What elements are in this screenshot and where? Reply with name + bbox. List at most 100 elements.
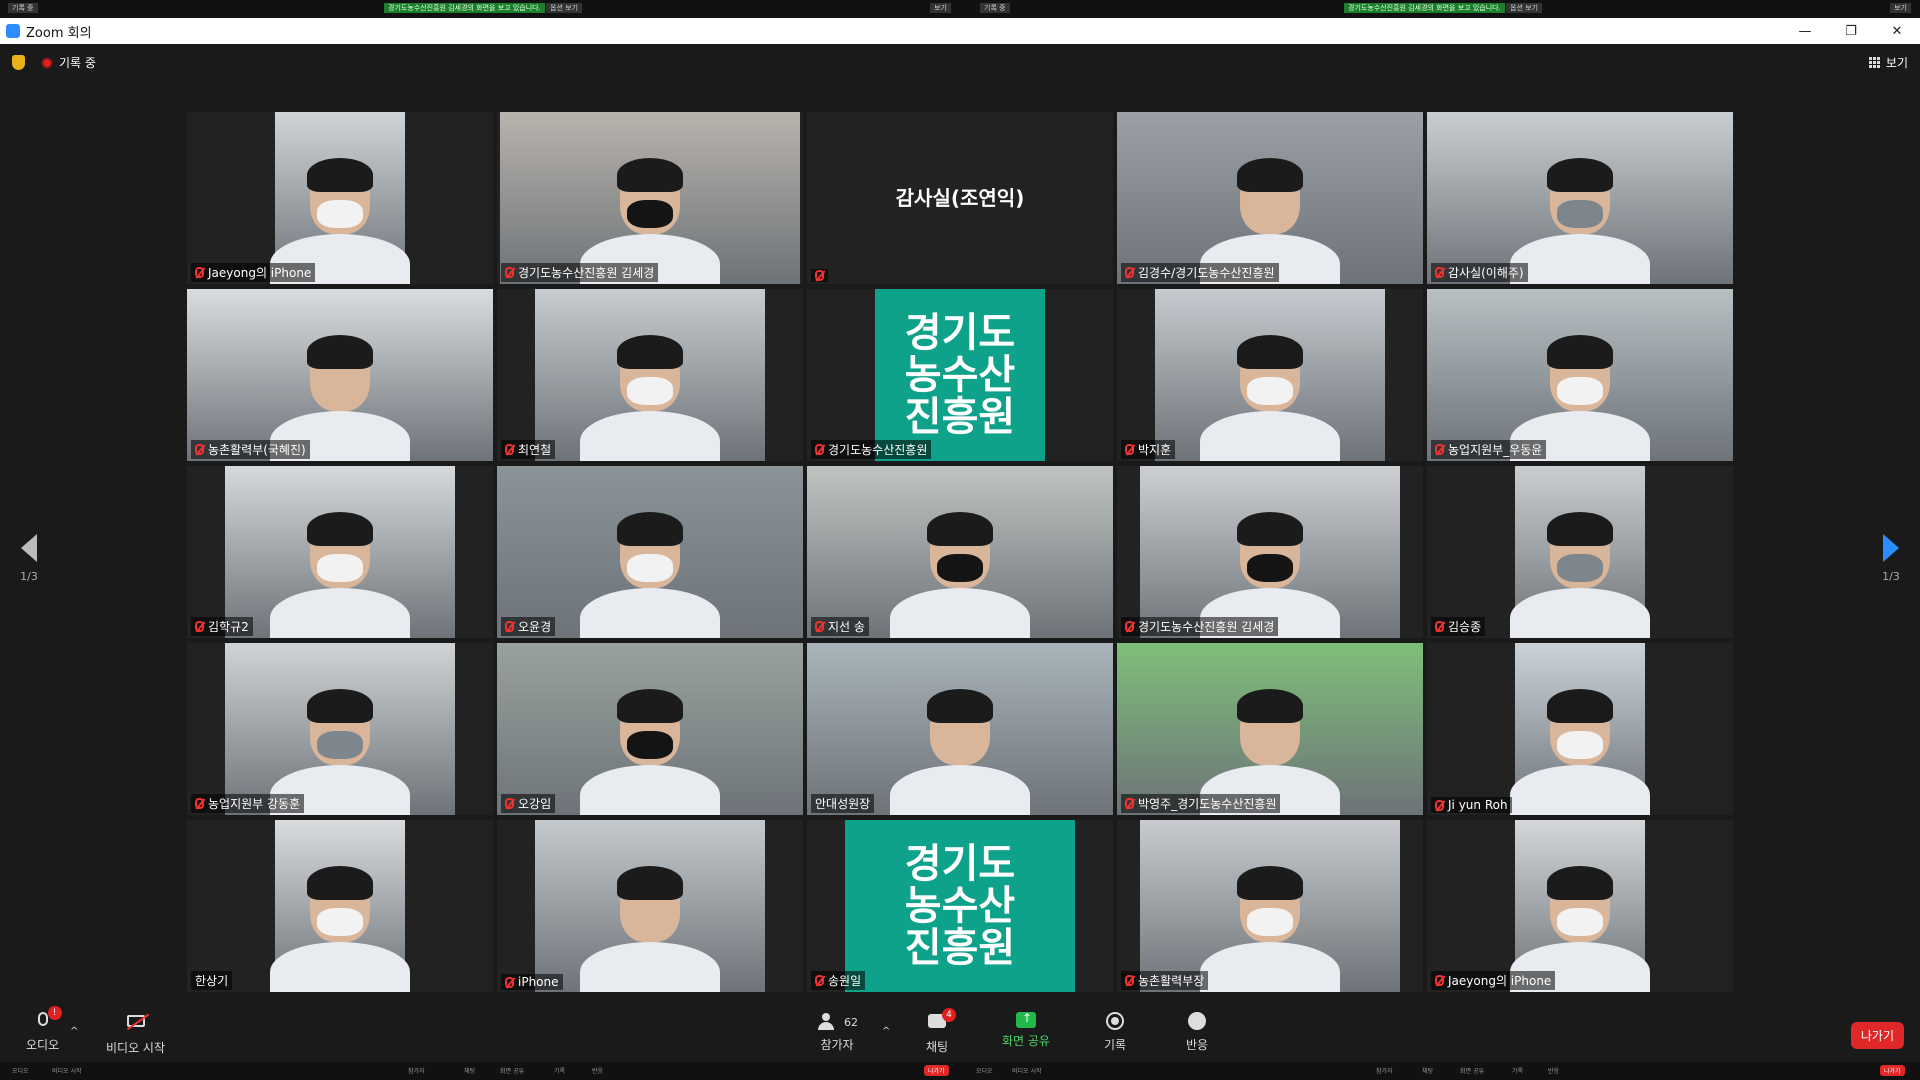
participant-video	[187, 289, 493, 461]
chat-button[interactable]: 4 채팅	[926, 1008, 957, 1055]
participant-tile[interactable]: 경기도 농수산 진흥원 경기도농수산진흥원	[807, 289, 1113, 461]
participant-tile[interactable]: 지선 송	[807, 466, 1113, 638]
participant-video	[535, 289, 765, 461]
security-shield-icon[interactable]	[12, 55, 25, 70]
muted-mic-icon	[1125, 798, 1134, 809]
close-button[interactable]: ✕	[1874, 18, 1920, 44]
mini-participants-2: 참가자	[1376, 1068, 1393, 1075]
person-silhouette	[575, 331, 725, 461]
meeting-area: 기록 중 보기 1/3 1/3 Jaeyong의 iPhone 경기도농수산진흥원…	[0, 44, 1920, 1004]
mini-chat: 채팅	[464, 1068, 476, 1075]
participant-name: 박영주_경기도농수산진흥원	[1138, 797, 1277, 811]
mini-video: 비디오 시작	[52, 1068, 82, 1075]
chat-unread-badge: 4	[942, 1008, 957, 1022]
audio-options-caret[interactable]: ^	[70, 1026, 78, 1037]
participants-options-caret[interactable]: ^	[882, 1026, 890, 1037]
reactions-button[interactable]: 반응	[1186, 1012, 1208, 1053]
participant-tile[interactable]: Ji yun Roh	[1427, 643, 1733, 815]
muted-mic-icon	[815, 270, 824, 281]
grid-view-icon	[1868, 57, 1880, 68]
participants-button[interactable]: 62 참가자	[816, 1012, 858, 1053]
participant-tile[interactable]: 김경수/경기도농수산진흥원	[1117, 112, 1423, 284]
muted-mic-icon	[1125, 267, 1134, 278]
mini-reactions: 반응	[592, 1068, 604, 1075]
record-button[interactable]: 기록	[1104, 1012, 1126, 1053]
participant-tile[interactable]: 오강임	[497, 643, 803, 815]
participant-tile[interactable]: 오윤경	[497, 466, 803, 638]
logo-text-line: 농수산	[904, 352, 1016, 398]
participant-tile[interactable]: 감사실(조연익)	[807, 112, 1113, 284]
participant-tile[interactable]: 김학규2	[187, 466, 493, 638]
participant-tile[interactable]: Jaeyong의 iPhone	[187, 112, 493, 284]
person-silhouette	[1195, 862, 1345, 992]
person-silhouette	[885, 508, 1035, 638]
mini-share: 화면 공유	[500, 1068, 524, 1075]
participant-video	[1427, 289, 1733, 461]
participant-tile[interactable]: 경기도 농수산 진흥원 송원일	[807, 820, 1113, 992]
muted-mic-icon	[505, 444, 514, 455]
participant-name-label: 경기도농수산진흥원	[811, 440, 932, 459]
participant-name: 지선 송	[828, 620, 865, 634]
mini-view-options: 옵션 보기	[546, 3, 582, 13]
view-button[interactable]: 보기	[1868, 54, 1908, 71]
participant-tile[interactable]: 김승종	[1427, 466, 1733, 638]
logo-text-line: 경기도	[904, 841, 1016, 887]
participant-name: 경기도농수산진흥원	[828, 443, 928, 457]
mini-share-2: 화면 공유	[1460, 1068, 1484, 1075]
microphone-icon: !	[32, 1006, 62, 1032]
participant-tile[interactable]: 한상기	[187, 820, 493, 992]
participant-name-label: 한상기	[191, 971, 233, 990]
minimize-button[interactable]: —	[1782, 18, 1828, 44]
participant-tile[interactable]: Jaeyong의 iPhone	[1427, 820, 1733, 992]
participant-name-label: 농업지원부 강동훈	[191, 794, 305, 813]
participant-tile[interactable]: 박지훈	[1117, 289, 1423, 461]
participant-video	[270, 112, 410, 284]
view-label: 보기	[1885, 56, 1908, 70]
record-icon	[1104, 1012, 1126, 1032]
muted-mic-icon	[1435, 799, 1444, 811]
participant-tile[interactable]: 감사실(이해주)	[1427, 112, 1733, 284]
person-silhouette	[265, 508, 415, 638]
audio-button[interactable]: ! 오디오	[26, 1006, 62, 1053]
participant-tile[interactable]: 경기도농수산진흥원 김세경	[497, 112, 803, 284]
window-title: Zoom 회의	[26, 25, 92, 41]
person-silhouette	[265, 862, 415, 992]
recording-indicator[interactable]: 기록 중	[41, 54, 96, 71]
participant-tile[interactable]: 안대성원장	[807, 643, 1113, 815]
participant-tile[interactable]: 박영주_경기도농수산진흥원	[1117, 643, 1423, 815]
restore-button[interactable]: ❐	[1828, 18, 1874, 44]
participant-tile[interactable]: 농업지원부_우동윤	[1427, 289, 1733, 461]
window-titlebar: Zoom 회의 — ❐ ✕	[0, 18, 1920, 44]
participant-name: 김승종	[1448, 620, 1482, 634]
audio-label: 오디오	[26, 1038, 60, 1052]
muted-mic-icon	[815, 444, 824, 455]
video-camera-off-icon	[125, 1013, 149, 1035]
mini-leave: 나가기	[924, 1065, 949, 1076]
start-video-button[interactable]: 비디오 시작	[106, 1012, 165, 1056]
share-screen-button[interactable]: 화면 공유	[1002, 1011, 1050, 1049]
person-silhouette	[1195, 331, 1345, 461]
participant-video	[500, 112, 800, 284]
participant-video	[535, 820, 765, 992]
previous-page-button[interactable]: 1/3	[14, 534, 44, 583]
participant-video	[1510, 820, 1650, 992]
participant-tile[interactable]: iPhone	[497, 820, 803, 992]
participant-video	[1140, 820, 1400, 992]
next-page-button[interactable]: 1/3	[1876, 534, 1906, 583]
record-dot-icon	[41, 56, 53, 69]
participant-tile[interactable]: 경기도농수산진흥원 김세경	[1117, 466, 1423, 638]
participant-video	[1140, 466, 1400, 638]
participant-tile[interactable]: 농업지원부 강동훈	[187, 643, 493, 815]
participant-tile[interactable]: 농촌활력부장	[1117, 820, 1423, 992]
mini-recording-indicator: 기록 중	[8, 3, 38, 13]
mini-share-notice: 경기도농수산진흥원 김세경의 화면을 보고 있습니다.	[384, 3, 545, 13]
participant-name-label	[811, 269, 828, 282]
logo-text-line: 진흥원	[904, 925, 1016, 971]
mini-reactions-2: 반응	[1548, 1068, 1560, 1075]
participant-tile[interactable]: 농촌활력부(국혜진)	[187, 289, 493, 461]
participant-name: 농촌활력부장	[1138, 974, 1205, 988]
participant-name: 오윤경	[518, 620, 552, 634]
logo-text-line: 경기도	[904, 310, 1016, 356]
leave-meeting-button[interactable]: 나가기	[1850, 1022, 1904, 1049]
participant-tile[interactable]: 최연철	[497, 289, 803, 461]
